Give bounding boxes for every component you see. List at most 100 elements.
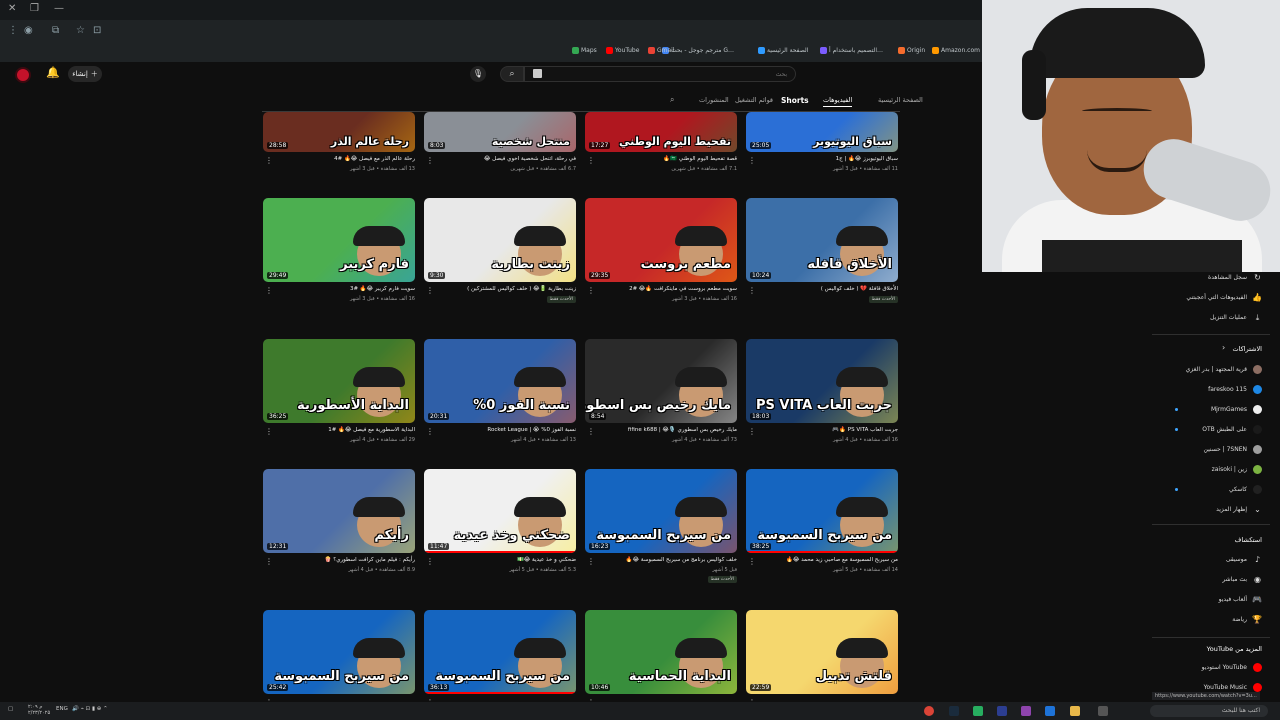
video-thumbnail[interactable]: سباق اليوتيوبر 25:05: [746, 112, 898, 152]
sidebar-item[interactable]: 👍 الفيديوهات التي أعجبتني: [1186, 293, 1262, 302]
sidebar-subscription[interactable]: على الطبش OTB: [1202, 425, 1262, 434]
video-card[interactable]: رحلة عالم الذر 28:58 رحلة عالم الذر مع فيص…: [263, 112, 415, 192]
video-thumbnail[interactable]: من سيربح السمبوسة 38:25: [746, 469, 898, 553]
create-button[interactable]: إنشاء ＋: [68, 66, 102, 82]
more-options-icon[interactable]: ⋮: [426, 286, 434, 295]
video-card[interactable]: منتحل شخصية 8:03 في رحلة، اتنحل شخصية اخوي…: [424, 112, 576, 192]
video-thumbnail[interactable]: مايك رخيص بس اسطوري8:54: [585, 339, 737, 423]
video-thumbnail[interactable]: مطعم بروست 29:35: [585, 198, 737, 282]
more-options-icon[interactable]: ⋮: [748, 286, 756, 295]
video-thumbnail[interactable]: تفحيط اليوم الوطني 17:27: [585, 112, 737, 152]
video-title[interactable]: البداية الاسطورية مع فيصل 😂🔥 #1: [328, 427, 415, 433]
sidebar-subscription[interactable]: كاسكي: [1229, 485, 1262, 494]
sidebar-item[interactable]: YouTube استوديو: [1202, 663, 1262, 672]
video-title[interactable]: من سيربح السمبوسة مع صاحبي زيد محمد 😂🔥: [786, 557, 898, 563]
premiere-icon[interactable]: [997, 706, 1007, 716]
app-icon-purple[interactable]: [1021, 706, 1031, 716]
sidebar-item[interactable]: 🏆 رياضة: [1232, 615, 1262, 624]
video-thumbnail[interactable]: من سيربح السمبوسة 16:23: [585, 469, 737, 553]
video-card[interactable]: رأيكم 12:31 رأيكم : فيلم ماين كرافت اسطوري…: [263, 469, 415, 593]
channel-tab[interactable]: المنشورات: [699, 96, 729, 104]
file-explorer-icon[interactable]: [1070, 706, 1080, 716]
more-options-icon[interactable]: ⋮: [265, 156, 273, 165]
video-thumbnail[interactable]: ضحكني وخذ عيدية 11:47: [424, 469, 576, 553]
tray-icons[interactable]: 🔊 ⌁ ⊡ ▮ ⊕ ⌃: [72, 706, 108, 712]
video-thumbnail[interactable]: رأيكم 12:31: [263, 469, 415, 553]
subscriptions-heading[interactable]: الاشتراكات: [1232, 345, 1262, 353]
more-options-icon[interactable]: ⋮: [587, 427, 595, 436]
bookmark-item[interactable]: الصفحة الرئيسية: [758, 47, 808, 54]
more-menu-icon[interactable]: ⋮: [8, 25, 18, 36]
sidebar-subscription[interactable]: ⌄ إظهار المزيد: [1216, 505, 1262, 514]
channel-tab[interactable]: قوائم التشغيل: [735, 96, 773, 104]
video-title[interactable]: ضحكني و خذ عيدية 😂💵: [517, 557, 576, 563]
minimize-window-icon[interactable]: —: [54, 3, 64, 14]
star-bookmark-icon[interactable]: ☆: [76, 25, 85, 36]
video-thumbnail[interactable]: جربت العاب PS VITA 18:03: [746, 339, 898, 423]
taskbar-clock[interactable]: ۲:۰۹ م ۲/۲۳/۲۰۲۵: [28, 704, 50, 716]
more-options-icon[interactable]: ⋮: [587, 156, 595, 165]
sidebar-subscription[interactable]: fareskoo 115: [1208, 385, 1262, 394]
video-thumbnail[interactable]: الأخلاق قافله 10:24: [746, 198, 898, 282]
steam-icon[interactable]: [949, 706, 959, 716]
task-view-icon[interactable]: [1098, 706, 1108, 716]
bookmark-item[interactable]: التصميم باستخدام أ…: [820, 47, 883, 54]
video-card[interactable]: مطعم بروست 29:35 سويت مطعم بروست في ماينكر…: [585, 198, 737, 322]
video-card[interactable]: الأخلاق قافله 10:24 الأخلاق قافلة 💔 ( خلف …: [746, 198, 898, 322]
video-card[interactable]: البداية الأسطورية 36:25 البداية الاسطورية …: [263, 339, 415, 463]
video-thumbnail[interactable]: البداية الأسطورية 36:25: [263, 339, 415, 423]
video-title[interactable]: جربت العاب PS VITA 🔥🎮: [832, 427, 898, 433]
video-thumbnail[interactable]: رحلة عالم الذر 28:58: [263, 112, 415, 152]
bookmark-item[interactable]: Maps: [572, 47, 597, 54]
notifications-bell-icon[interactable]: 🔔: [46, 66, 60, 79]
sidebar-subscription[interactable]: قرية المجتهد | بدر الغزي: [1186, 365, 1262, 374]
chrome-icon[interactable]: [924, 706, 934, 716]
account-avatar[interactable]: [15, 67, 31, 83]
channel-tab[interactable]: الفيديوهات: [823, 96, 853, 107]
video-card[interactable]: مايك رخيص بس اسطوري8:54 مايك رخيص بس اسطو…: [585, 339, 737, 463]
video-title[interactable]: مايك رخيص بس اسطوري 🎙️😂 | fifine k688: [628, 427, 737, 433]
sidebar-subscription[interactable]: 7SNEN | حسنين: [1204, 445, 1262, 454]
video-title[interactable]: رأيكم : فيلم ماين كرافت اسطوري؟ 🍿: [325, 557, 415, 563]
sidebar-subscription[interactable]: زين | zaisoki: [1212, 465, 1262, 474]
profile-icon[interactable]: ◉: [24, 25, 33, 36]
more-options-icon[interactable]: ⋮: [587, 557, 595, 566]
taskbar-search-input[interactable]: اكتب هنا للبحث: [1150, 705, 1268, 717]
more-options-icon[interactable]: ⋮: [748, 156, 756, 165]
video-title[interactable]: خلف كواليس برنامج من سيربح السمبوسة 😂🔥: [626, 557, 737, 563]
more-options-icon[interactable]: ⋮: [748, 427, 756, 436]
sidebar-item[interactable]: 🎮 ألعاب فيديو: [1219, 595, 1262, 604]
channel-tab[interactable]: Shorts: [781, 96, 809, 105]
video-thumbnail[interactable]: من سيربح السمبوسة 25:42: [263, 610, 415, 694]
video-card[interactable]: سباق اليوتيوبر 25:05 سباق اليوتيوبرز 😂🔥 | …: [746, 112, 898, 192]
video-title[interactable]: في رحلة، اتنحل شخصية اخوي فيصل 😂: [484, 156, 576, 162]
sidebar-subscription[interactable]: MjrmGames: [1211, 405, 1262, 414]
video-title[interactable]: نسبة الفوز 0% 😭 | Rocket League: [487, 427, 576, 433]
video-thumbnail[interactable]: زينت بطارية 9:30: [424, 198, 576, 282]
video-title[interactable]: قصة تفحيط اليوم الوطني 🇸🇦🔥: [663, 156, 737, 162]
more-options-icon[interactable]: ⋮: [426, 557, 434, 566]
tray-lang[interactable]: ENG: [56, 706, 68, 712]
install-app-icon[interactable]: ⊡: [93, 25, 101, 36]
video-thumbnail[interactable]: قلتش تدبيل 22:59: [746, 610, 898, 694]
bookmark-item[interactable]: Gmail: [648, 47, 675, 54]
video-card[interactable]: زينت بطارية 9:30 زينت بطارية 🔋😂 ( خلف كوال…: [424, 198, 576, 322]
video-card[interactable]: من سيربح السمبوسة 38:25 من سيربح السمبوسة …: [746, 469, 898, 593]
video-title[interactable]: زينت بطارية 🔋😂 ( خلف كواليس للمشتركين ): [467, 286, 576, 292]
more-options-icon[interactable]: ⋮: [265, 557, 273, 566]
close-window-icon[interactable]: ✕: [8, 3, 16, 14]
app-icon-blue[interactable]: [1045, 706, 1055, 716]
video-title[interactable]: رحلة عالم الذر مع فيصل 😂🔥 #4: [334, 156, 415, 162]
video-card[interactable]: نسبة الفوز 0% 20:31 نسبة الفوز 0% 😭 | Rock…: [424, 339, 576, 463]
app-icon-green[interactable]: [973, 706, 983, 716]
bookmark-item[interactable]: Origin: [898, 47, 925, 54]
sidebar-item[interactable]: YouTube Music: [1204, 683, 1262, 692]
channel-tab[interactable]: الصفحة الرئيسية: [878, 96, 923, 104]
voice-search-icon[interactable]: 🎙: [470, 66, 486, 82]
video-card[interactable]: من سيربح السمبوسة 16:23 خلف كواليس برنامج …: [585, 469, 737, 593]
video-card[interactable]: فارم كريبر 29:49 سويت فارم كريبر 😂🔥 #3 16 أ…: [263, 198, 415, 322]
video-card[interactable]: تفحيط اليوم الوطني 17:27 قصة تفحيط اليوم ا…: [585, 112, 737, 192]
video-title[interactable]: سويت مطعم بروست في ماينكرافت 🔥😂 #2: [629, 286, 737, 292]
video-card[interactable]: جربت العاب PS VITA 18:03 جربت العاب PS VIT…: [746, 339, 898, 463]
extensions-icon[interactable]: ⧉: [52, 25, 59, 36]
